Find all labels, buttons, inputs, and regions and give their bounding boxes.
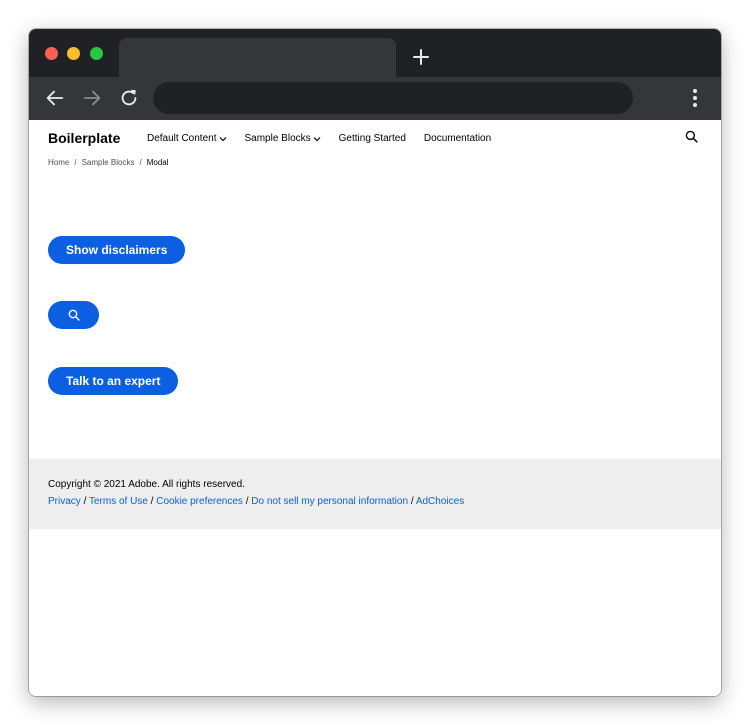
show-disclaimers-label: Show disclaimers — [66, 243, 168, 257]
nav-item-label: Getting Started — [338, 133, 406, 144]
breadcrumb-sample-blocks[interactable]: Sample Blocks — [82, 158, 135, 167]
nav-item-getting-started[interactable]: Getting Started — [339, 133, 406, 144]
breadcrumb-current: Modal — [146, 158, 169, 167]
chevron-down-icon — [313, 136, 321, 141]
page-content: Boilerplate Default Content Sample Block… — [29, 120, 721, 696]
show-disclaimers-button[interactable]: Show disclaimers — [48, 236, 186, 264]
footer-link-adchoices[interactable]: AdChoices — [416, 496, 464, 507]
main-nav: Default Content Sample Blocks Getting St… — [147, 133, 509, 144]
close-window-button[interactable] — [45, 47, 58, 60]
maximize-window-button[interactable] — [90, 47, 103, 60]
chevron-down-icon — [219, 136, 226, 141]
talk-to-expert-label: Talk to an expert — [66, 374, 161, 388]
search-modal-button[interactable] — [48, 301, 99, 329]
site-footer: Copyright © 2021 Adobe. All rights reser… — [29, 459, 721, 529]
nav-item-label: Sample Blocks — [244, 133, 311, 144]
nav-item-label: Default Content — [147, 133, 217, 144]
forward-arrow-icon[interactable] — [81, 87, 103, 109]
breadcrumb-separator: / — [139, 158, 142, 167]
footer-links: Privacy / Terms of Use / Cookie preferen… — [48, 496, 464, 507]
nav-item-default-content[interactable]: Default Content — [147, 133, 227, 144]
search-icon — [68, 309, 80, 321]
address-bar[interactable] — [153, 82, 633, 114]
footer-link-terms[interactable]: Terms of Use — [89, 496, 148, 507]
nav-item-documentation[interactable]: Documentation — [424, 133, 491, 144]
browser-toolbar — [29, 77, 721, 120]
back-arrow-icon[interactable] — [44, 87, 66, 109]
nav-item-label: Documentation — [423, 133, 492, 144]
more-menu-icon[interactable] — [685, 87, 705, 109]
search-icon[interactable] — [685, 130, 698, 143]
nav-item-sample-blocks[interactable]: Sample Blocks — [245, 133, 321, 144]
footer-link-cookies[interactable]: Cookie preferences — [156, 496, 243, 507]
breadcrumb-home[interactable]: Home — [48, 158, 69, 167]
tab-strip — [29, 29, 721, 77]
minimize-window-button[interactable] — [67, 47, 80, 60]
site-logo[interactable]: Boilerplate — [48, 130, 120, 146]
browser-window: Boilerplate Default Content Sample Block… — [29, 29, 721, 696]
footer-link-privacy[interactable]: Privacy — [48, 496, 81, 507]
reload-icon[interactable] — [118, 87, 140, 109]
talk-to-expert-button[interactable]: Talk to an expert — [48, 367, 179, 395]
plus-icon[interactable] — [411, 47, 431, 67]
breadcrumb-separator: / — [74, 158, 77, 167]
breadcrumb: Home / Sample Blocks / Modal — [48, 158, 169, 167]
copyright-text: Copyright © 2021 Adobe. All rights reser… — [48, 479, 245, 490]
footer-link-do-not-sell[interactable]: Do not sell my personal information — [251, 496, 408, 507]
active-tab[interactable] — [119, 38, 396, 77]
